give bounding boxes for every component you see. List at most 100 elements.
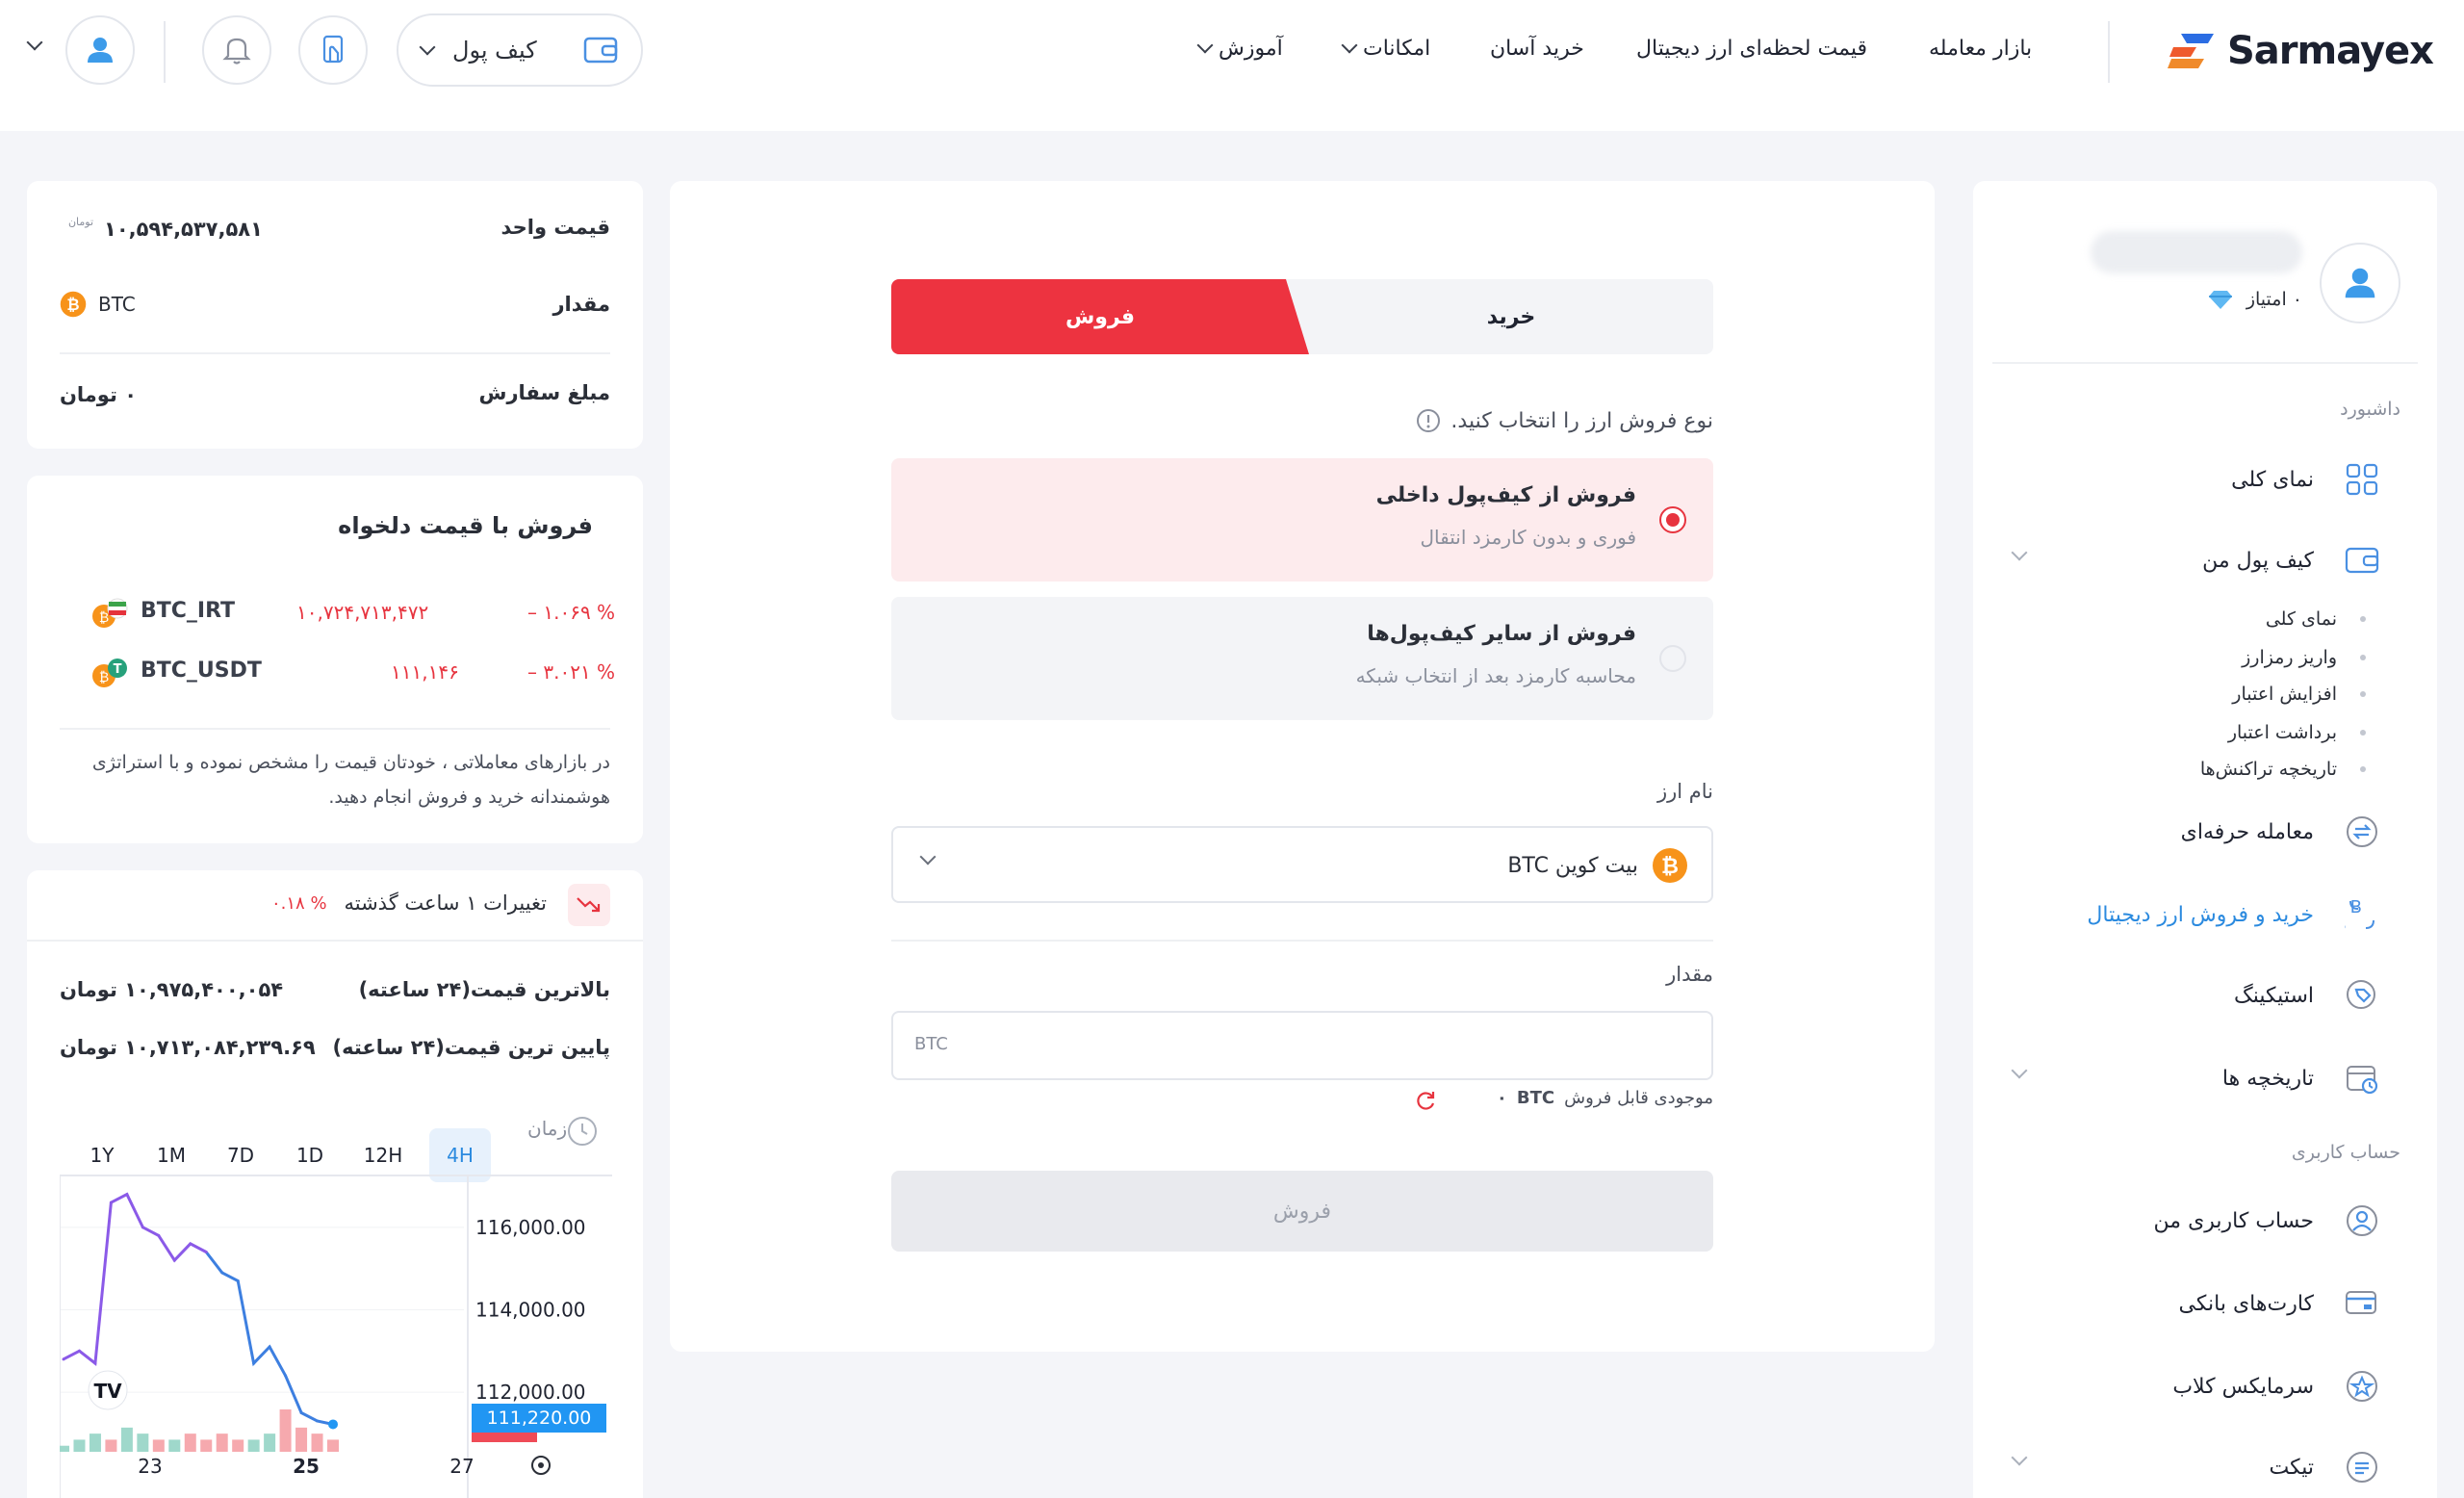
user-menu-button[interactable] [65,15,135,85]
unit-price-label: قیمت واحد [500,216,610,239]
sidebar-item-staking-label: استیکینگ [2234,983,2314,1008]
nav-market[interactable]: بازار معامله [1929,29,2032,67]
trend-down-icon [577,897,601,913]
settings-gear-icon[interactable] [531,1456,551,1475]
low-label: پایین ترین قیمت(۲۴ ساعته) [332,1036,610,1059]
svg-text:₿: ₿ [99,670,109,685]
sidebar-item-staking[interactable]: استیکینگ [2234,976,2381,1015]
phone-hand-icon [322,35,344,64]
balance-label: موجودی قابل فروش [1564,1088,1713,1108]
unit-price-currency: تومان [67,216,94,228]
price-point [141,1226,144,1229]
sidebar-item-my-account[interactable]: حساب کاربری من [2154,1201,2381,1240]
currency-select[interactable]: ₿ بیت کوین BTC [891,826,1713,903]
volume-bar [200,1439,213,1452]
volume-bar [168,1439,181,1452]
change-label: تغییرات ۱ ساعت گذشته [344,891,547,915]
nav-learning[interactable]: آموزش [1196,29,1283,67]
x-tick-label: 23 [138,1455,162,1478]
nav-live-price-label: قیمت لحظه‌ای ارز دیجیتال [1636,36,1867,61]
price-point [299,1410,303,1414]
price-chart[interactable]: 116,000.00 114,000.00 112,000.00 23 25 27 11… [60,1176,618,1498]
option-internal-sub: فوری و بدون کارمزد انتقال [1420,526,1636,549]
nav-live-price[interactable]: قیمت لحظه‌ای ارز دیجیتال [1636,29,1867,67]
sidebar-item-ticket-label: تیکت [2269,1455,2314,1480]
diamond-icon [2208,291,2232,309]
chart-volume [60,1409,339,1452]
market-row-btc-usdt[interactable]: ₿ T BTC_USDT ۱۱۱,۱۴۶ – ۳.۰۲۱ % [64,655,622,693]
sidebar-item-bank-cards-label: کارت‌های بانکی [2178,1291,2314,1316]
blurred-username [2091,231,2302,273]
chevron-down-icon[interactable] [2011,544,2028,561]
volume-bar [264,1433,276,1452]
timeframe-1y-label: 1Y [90,1144,115,1167]
price-line-segment-a [63,1192,207,1366]
price-point [125,1193,129,1197]
amount-input[interactable]: BTC [891,1011,1713,1080]
wallet-sub-deposit[interactable]: واریز رمزارز [2242,647,2366,668]
refresh-icon[interactable] [1413,1088,1438,1113]
price-point [204,1251,208,1253]
notifications-button[interactable] [202,15,271,85]
currency-label: نام ارز [1656,780,1713,803]
summary-divider [60,352,610,354]
sidebar-item-bank-cards[interactable]: کارت‌های بانکی [2179,1284,2381,1323]
sidebar-item-buy-sell[interactable]: $B خرید و فروش ارز دیجیتال [2087,895,2381,934]
sidebar-item-pro-trade[interactable]: معامله حرفه‌ای [2181,813,2381,851]
current-price-label: 111,220.00 [487,1408,592,1429]
option-internal-wallet[interactable]: فروش از کیف‌پول داخلی فوری و بدون کارمزد… [891,458,1713,581]
crypto-swap-icon: $B [2343,895,2381,934]
sidebar-item-ticket[interactable]: تیکت [2269,1448,2381,1486]
x-tick-label: 25 [293,1455,320,1478]
volume-bar [184,1433,196,1452]
radio-external[interactable] [1659,645,1686,672]
volume-bar [73,1439,86,1452]
tab-sell[interactable]: فروش [891,279,1309,354]
ticket-icon [2343,1448,2381,1486]
option-external-wallet[interactable]: فروش از سایر کیف‌پول‌ها محاسبه کارمزد بع… [891,597,1713,720]
balance-value: ۰ [1496,1088,1507,1108]
high-label: بالاترین قیمت(۲۴ ساعته) [358,978,610,1001]
radio-internal[interactable] [1659,506,1686,533]
amount-placeholder: BTC [914,1034,948,1054]
nav-easy-buy[interactable]: خرید آسان [1490,29,1584,67]
section-dashboard-label: داشبورد [2340,399,2400,420]
logo[interactable]: Sarmayex [2168,23,2434,79]
clock-icon [568,1117,597,1146]
time-label: زمان [527,1117,568,1140]
sidebar-item-my-wallet[interactable]: کیف پول من [2202,541,2381,580]
volume-bar [152,1439,165,1452]
market-row-btc-irt[interactable]: ₿ BTC_IRT ۱۰,۷۲۴,۷۱۳,۴۷۲ – ۱.۰۶۹ % [64,595,622,633]
chevron-down-icon[interactable] [2011,1062,2028,1079]
chevron-down-icon [419,39,436,56]
svg-text:₿: ₿ [66,296,79,314]
sidebar-item-history[interactable]: تاریخچه ها [2222,1059,2381,1098]
sidebar-item-club[interactable]: سرمایکس کلاب [2172,1367,2381,1406]
svg-text:₿: ₿ [1661,855,1679,879]
nav-features[interactable]: امکانات [1341,29,1430,67]
deposit-button[interactable] [298,15,368,85]
unit-price-value: ۱۰,۵۹۴,۵۳۷,۵۸۱ [104,218,263,241]
tab-sell-label: فروش [1065,304,1136,329]
market-symbol: BTC_USDT [141,659,262,683]
submit-sell-button[interactable]: فروش [891,1171,1713,1252]
tab-buy[interactable]: خرید [1309,279,1713,354]
price-point [77,1349,81,1353]
chevron-down-icon[interactable] [2011,1449,2028,1466]
bitcoin-icon: ₿ [1653,848,1687,883]
change-value: ۰.۱۸ % [271,893,327,914]
wallet-sub-add-credit[interactable]: افزایش اعتبار [2232,684,2366,705]
sidebar-item-overview[interactable]: نمای کلی [2231,460,2381,499]
x-tick-label: 27 [449,1455,474,1478]
wallet-dropdown[interactable]: کیف پول [397,13,643,87]
staking-icon [2343,976,2381,1015]
profile-avatar[interactable] [2320,243,2400,323]
volume-bar [60,1445,69,1452]
volume-bar [232,1439,244,1452]
custom-price-divider [60,728,610,730]
wallet-sub-transactions[interactable]: تاریخچه تراکنش‌ها [2200,759,2366,780]
chevron-down-icon[interactable] [26,34,43,51]
wallet-sub-overview[interactable]: نمای کلی [2266,608,2366,630]
sidebar-item-buy-sell-label: خرید و فروش ارز دیجیتال [2087,902,2314,927]
wallet-sub-withdraw[interactable]: برداشت اعتبار [2228,722,2366,743]
